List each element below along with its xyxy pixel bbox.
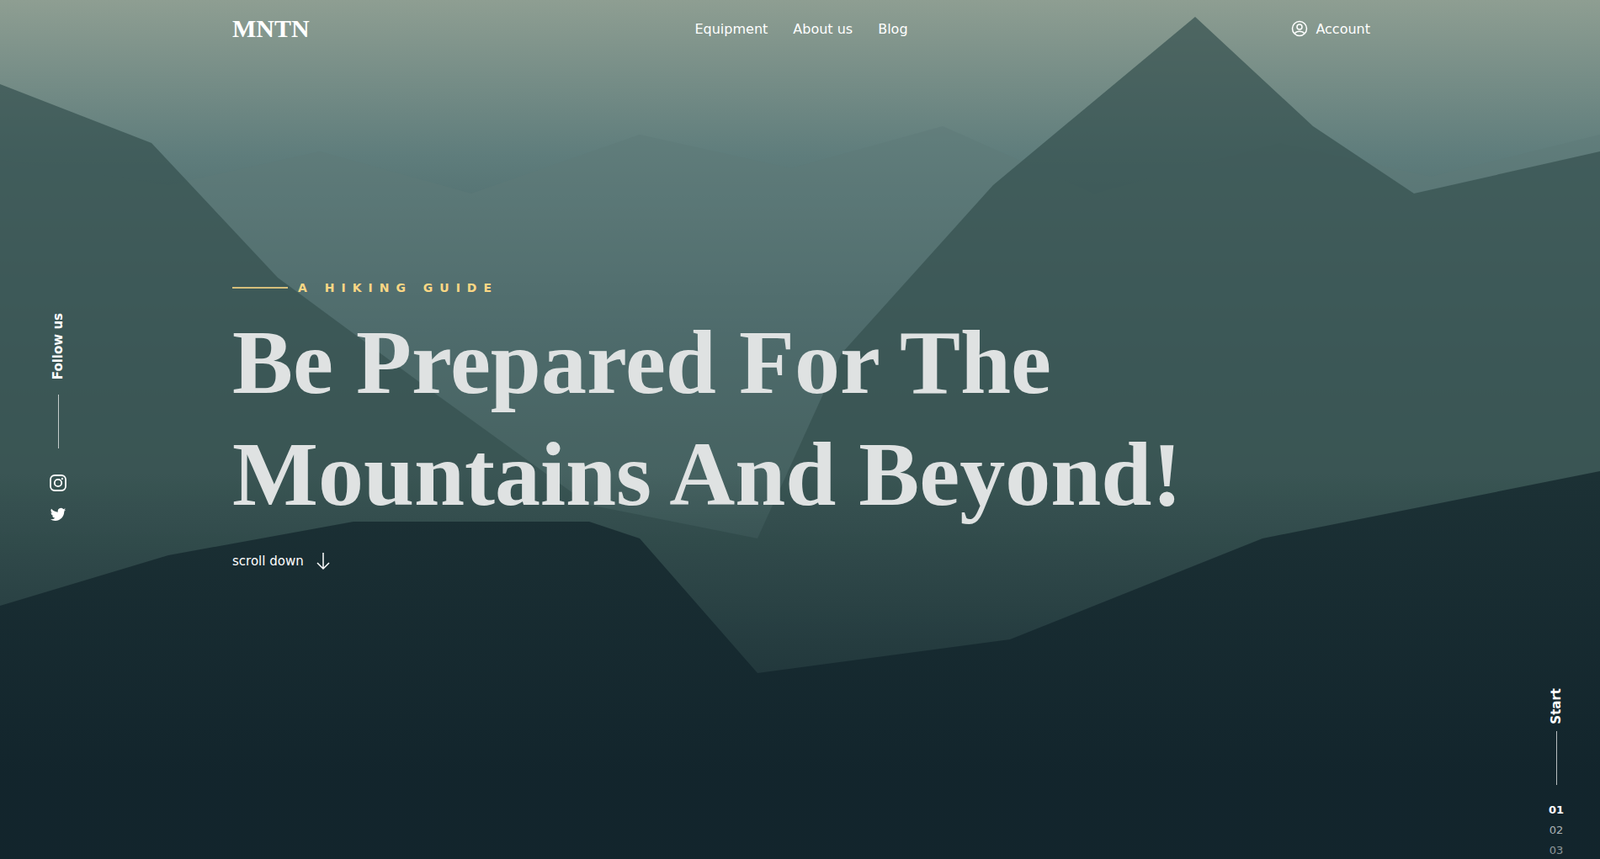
scroll-down-link[interactable]: scroll down [232,552,331,571]
landing-page: MNTN Equipment About us Blog Account A HIK… [0,0,1600,859]
instagram-icon[interactable] [48,473,68,493]
nav-item[interactable]: About us [792,21,853,38]
account-link[interactable]: Account [1291,20,1371,38]
nav-item[interactable]: Equipment [694,21,768,38]
hero-title: Be Prepared For TheMountains And Beyond! [232,306,1182,531]
main-nav: Equipment About us Blog [694,21,908,38]
eyebrow-line [232,287,288,289]
follow-label: Follow us [50,313,66,380]
page-number[interactable]: 02 [1549,823,1564,838]
rail-line [58,394,59,449]
pager-label: Start [1548,688,1564,725]
user-icon [1291,20,1308,38]
logo[interactable]: MNTN [232,14,695,43]
social-rail: Follow us [48,313,68,523]
title-line: Mountains And Beyond! [232,418,1182,531]
title-line: Be Prepared For The [232,306,1182,419]
section-pager: Start 01 02 03 [1548,688,1564,858]
twitter-icon[interactable] [49,507,67,523]
page-number[interactable]: 01 [1548,803,1564,818]
eyebrow: A HIKING GUIDE [232,281,499,295]
arrow-down-icon [315,552,331,571]
hero: A HIKING GUIDE Be Prepared For TheMounta… [0,57,1600,571]
pager-line [1556,731,1558,786]
page-number[interactable]: 03 [1549,844,1564,858]
nav-item[interactable]: Blog [877,21,908,38]
top-bar: MNTN Equipment About us Blog Account [0,0,1600,58]
